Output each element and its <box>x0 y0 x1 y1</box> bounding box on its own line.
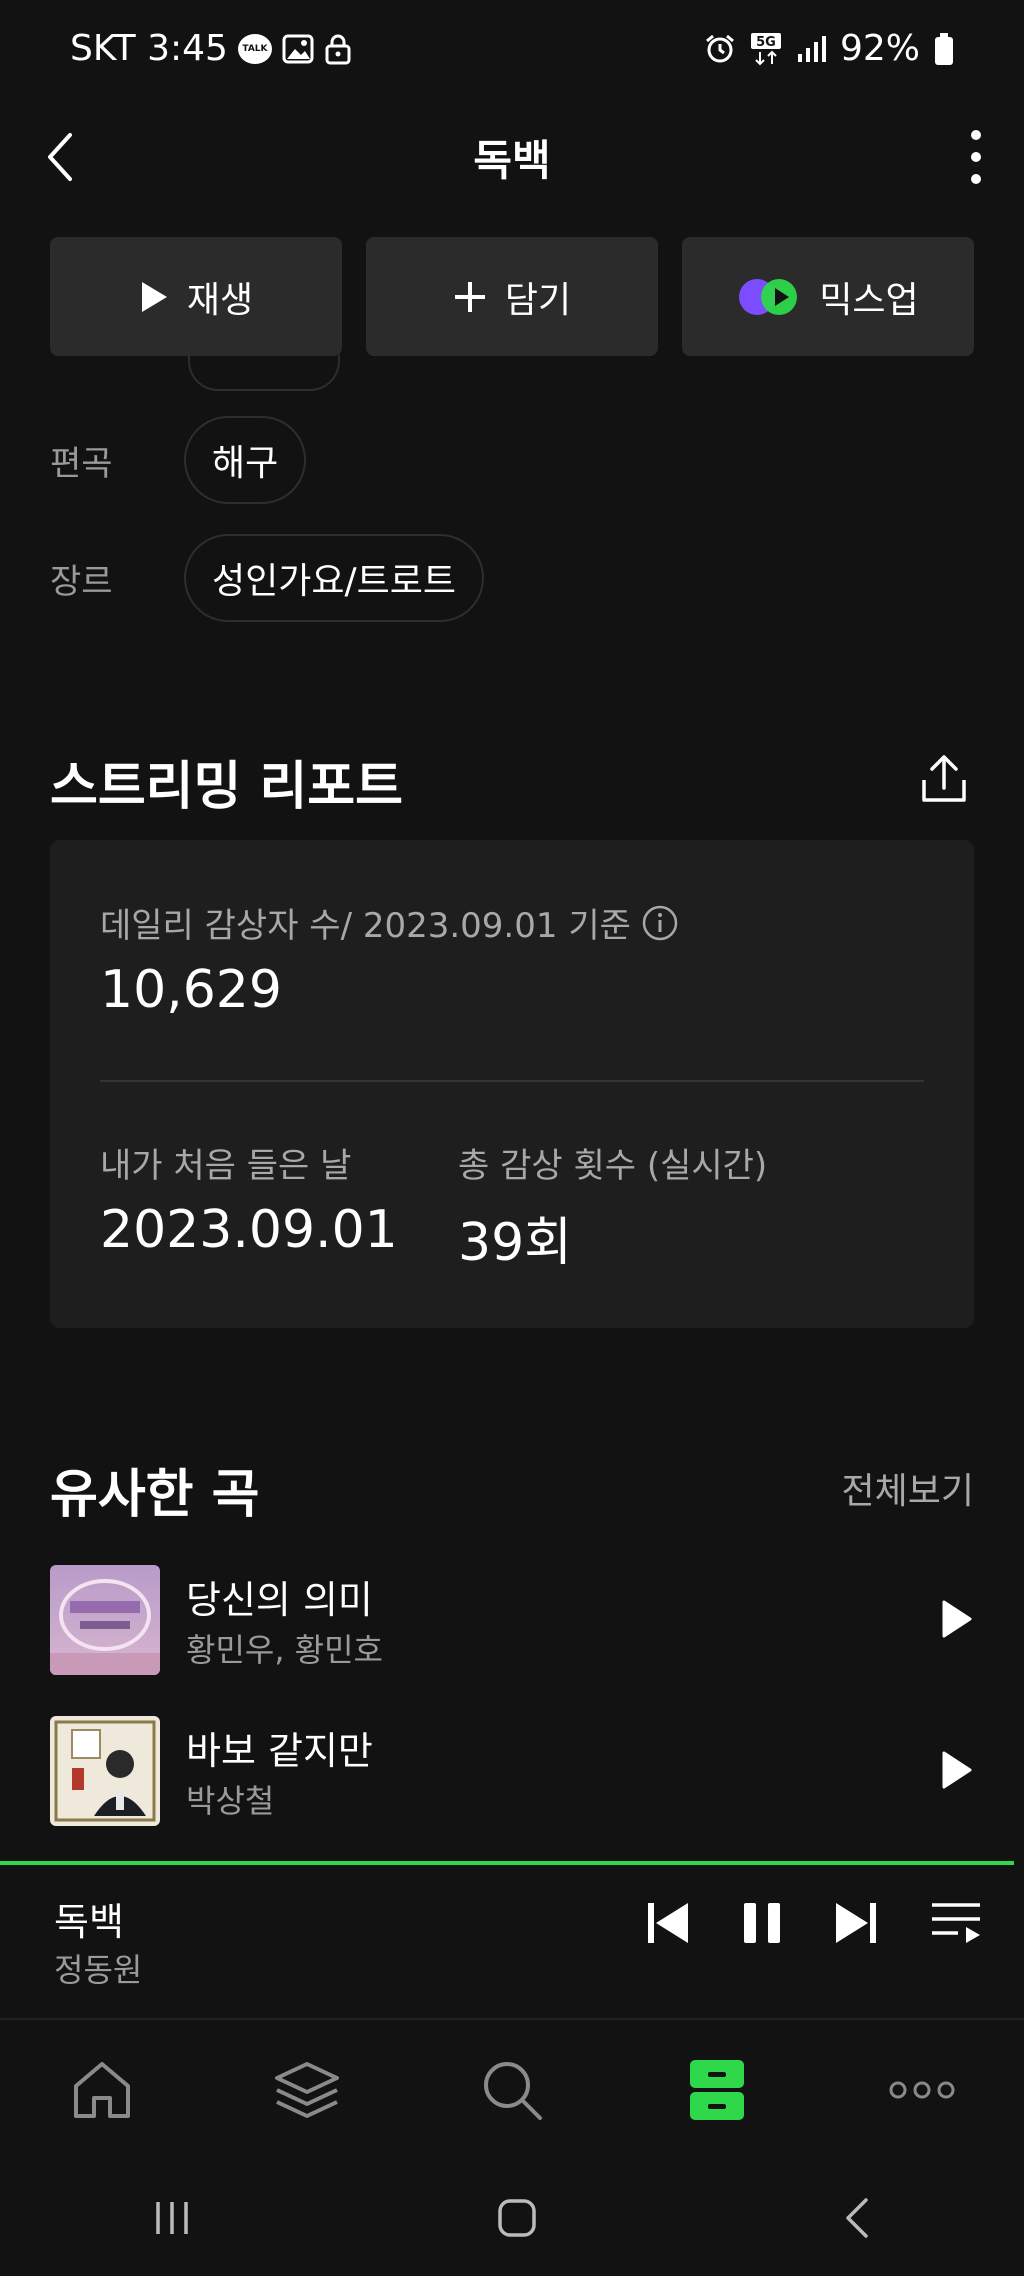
similar-songs-title: 유사한 곡 <box>50 1465 260 1525</box>
play-icon[interactable] <box>940 1599 974 1639</box>
play-icon <box>139 280 169 314</box>
info-icon[interactable] <box>641 904 679 942</box>
daily-listeners-value: 10,629 <box>100 960 282 1020</box>
nav-home[interactable] <box>42 2030 162 2150</box>
player-controls <box>646 1899 982 1947</box>
mini-player[interactable]: 독백 정동원 <box>0 1865 1024 2017</box>
recent-apps-icon[interactable] <box>152 2198 192 2238</box>
add-button-label: 담기 <box>504 279 572 321</box>
system-back-icon[interactable] <box>842 2196 872 2240</box>
meta-row-genre: 장르 성인가요/트로트 <box>50 533 484 623</box>
signal-icon <box>796 34 826 64</box>
system-navigation-bar <box>0 2160 1024 2276</box>
image-icon <box>282 34 314 64</box>
song-artist: 황민우, 황민호 <box>186 1631 383 1669</box>
kakaotalk-icon: TALK <box>237 33 272 64</box>
nav-more[interactable] <box>862 2030 982 2150</box>
status-bar: SKT 3:45 TALK 5G 92% <box>0 0 1024 105</box>
album-art <box>50 1716 160 1826</box>
first-listen-value: 2023.09.01 <box>100 1200 398 1260</box>
daily-listeners-label-text: 데일리 감상자 수/ 2023.09.01 기준 <box>100 906 631 946</box>
top-app-bar: 독백 <box>0 105 1024 210</box>
lock-icon <box>324 33 352 65</box>
more-horizontal-icon <box>888 2080 956 2100</box>
report-divider <box>100 1080 924 1082</box>
svg-text:5G: 5G <box>756 35 776 50</box>
plus-icon <box>453 280 487 314</box>
meta-label: 장르 <box>50 561 113 602</box>
album-art <box>50 1565 160 1675</box>
genre-chip[interactable]: 성인가요/트로트 <box>184 534 484 622</box>
share-icon[interactable] <box>920 754 968 804</box>
layers-icon <box>273 2058 341 2122</box>
streaming-report-title: 스트리밍 리포트 <box>50 757 403 817</box>
bottom-navigation <box>0 2018 1024 2160</box>
carrier-time: SKT 3:45 <box>70 28 228 69</box>
now-playing-artist: 정동원 <box>54 1951 143 1989</box>
song-title: 바보 같지만 <box>186 1729 373 1773</box>
home-button-icon[interactable] <box>497 2198 537 2238</box>
now-playing-title: 독백 <box>54 1900 124 1944</box>
play-icon[interactable] <box>940 1750 974 1790</box>
alarm-icon <box>704 33 736 65</box>
home-icon <box>70 2058 134 2122</box>
battery-icon <box>934 32 954 66</box>
more-options-icon[interactable] <box>970 129 982 185</box>
page-title: 독백 <box>473 136 551 185</box>
first-listen-label: 내가 처음 들은 날 <box>100 1146 352 1186</box>
play-button[interactable]: 재생 <box>50 237 342 356</box>
mixup-button[interactable]: 믹스업 <box>682 237 974 356</box>
nav-browse[interactable] <box>247 2030 367 2150</box>
similar-song-row[interactable]: 바보 같지만 박상철 <box>50 1716 974 1828</box>
search-icon <box>480 2058 544 2122</box>
daily-listeners-label: 데일리 감상자 수/ 2023.09.01 기준 <box>100 898 679 947</box>
action-bar: 재생 담기 믹스업 <box>50 237 974 356</box>
nav-search[interactable] <box>452 2030 572 2150</box>
total-plays-value: 39회 <box>458 1213 573 1273</box>
see-all-link[interactable]: 전체보기 <box>842 1462 974 1514</box>
similar-song-row[interactable]: 당신의 의미 황민우, 황민호 <box>50 1565 974 1677</box>
5g-icon: 5G <box>750 32 782 66</box>
battery-percent: 92% <box>839 28 920 69</box>
pause-icon[interactable] <box>742 1899 782 1947</box>
arranger-chip[interactable]: 해구 <box>184 416 307 504</box>
mixup-button-label: 믹스업 <box>819 279 919 321</box>
library-drawer-icon <box>688 2058 746 2122</box>
hidden-chip-edge <box>188 355 340 391</box>
song-artist: 박상철 <box>186 1782 275 1820</box>
meta-label: 편곡 <box>50 443 113 484</box>
play-button-label: 재생 <box>186 279 254 321</box>
previous-icon[interactable] <box>646 1899 690 1947</box>
mixup-icon <box>737 277 801 317</box>
streaming-report-card: 데일리 감상자 수/ 2023.09.01 기준 10,629 내가 처음 들은… <box>50 840 974 1328</box>
song-title: 당신의 의미 <box>186 1578 373 1622</box>
add-button[interactable]: 담기 <box>366 237 658 356</box>
total-plays-label: 총 감상 횟수 (실시간) <box>458 1146 768 1186</box>
next-icon[interactable] <box>834 1899 878 1947</box>
meta-row-arranger: 편곡 해구 <box>50 415 307 505</box>
nav-library[interactable] <box>657 2030 777 2150</box>
playlist-icon[interactable] <box>930 1899 982 1947</box>
